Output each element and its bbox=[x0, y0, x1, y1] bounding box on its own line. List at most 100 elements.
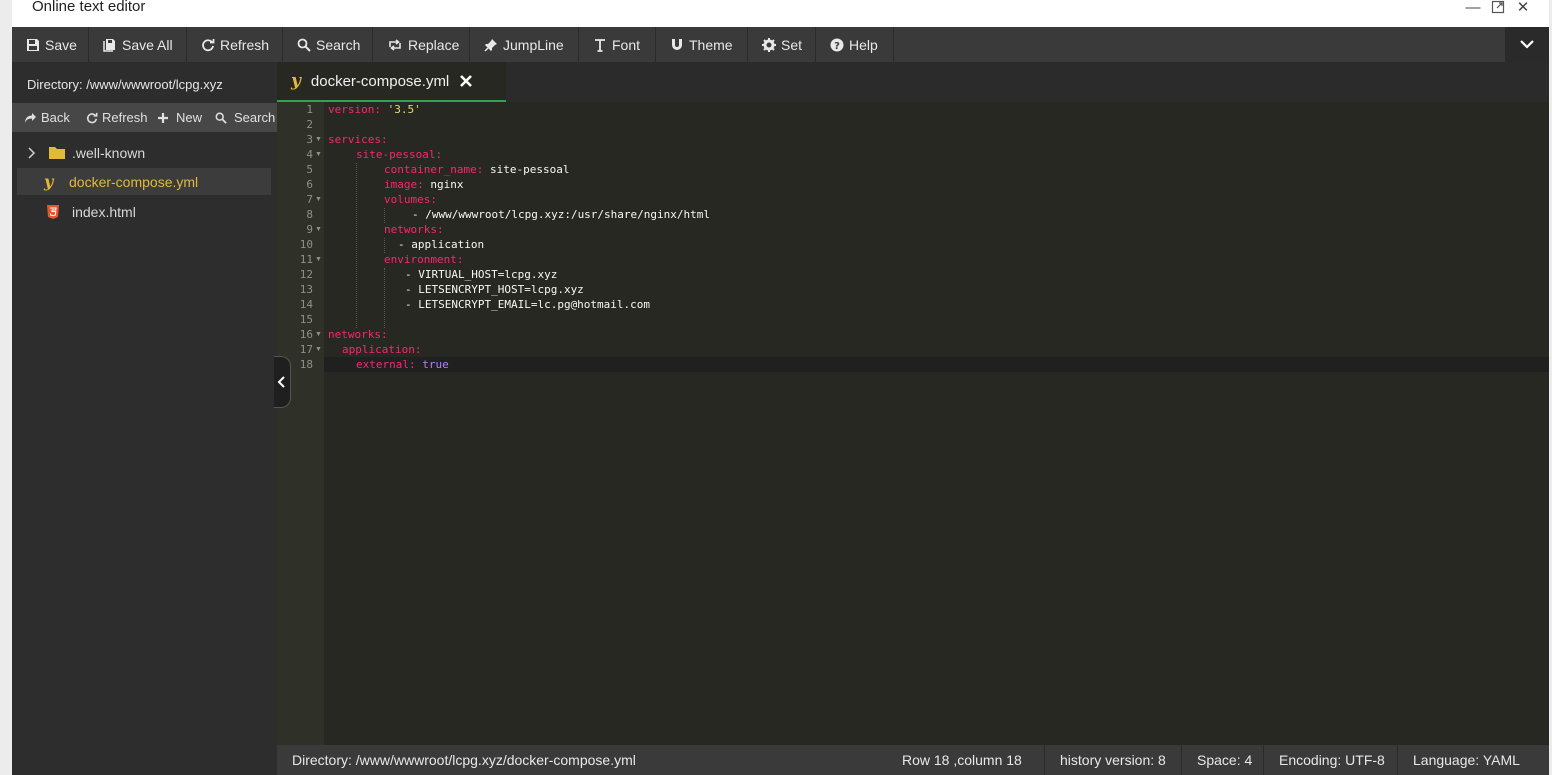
code-line[interactable]: - VIRTUAL_HOST=lcpg.xyz bbox=[328, 268, 557, 281]
active-line-highlight bbox=[324, 357, 1549, 372]
tab-bar: y docker-compose.yml bbox=[277, 62, 1549, 102]
code-line[interactable]: - LETSENCRYPT_EMAIL=lc.pg@hotmail.com bbox=[328, 298, 650, 311]
new-button[interactable]: New bbox=[157, 103, 202, 132]
line-number: 17 bbox=[299, 343, 313, 356]
code-line[interactable]: application: bbox=[328, 343, 421, 356]
close-icon[interactable]: ✕ bbox=[1513, 0, 1533, 16]
close-tab-icon[interactable] bbox=[459, 74, 473, 88]
save-all-button[interactable]: Save All bbox=[89, 27, 187, 62]
line-number: 7 bbox=[306, 193, 313, 206]
pin-icon bbox=[484, 38, 497, 52]
editor-toolbar: Save Save All Refresh Search Replace Jum… bbox=[12, 27, 1549, 62]
fold-arrow-icon[interactable]: ▼ bbox=[315, 331, 322, 338]
code-line[interactable]: - /www/wwwroot/lcpg.xyz:/usr/share/nginx… bbox=[328, 208, 710, 221]
maximize-icon[interactable] bbox=[1488, 0, 1508, 16]
yaml-value: site-pessoal bbox=[483, 163, 570, 176]
code-line[interactable]: networks: bbox=[328, 223, 444, 236]
tab-label: docker-compose.yml bbox=[310, 72, 450, 90]
code-line[interactable]: - application bbox=[328, 238, 484, 251]
tab-docker-compose[interactable]: y docker-compose.yml bbox=[277, 62, 506, 102]
back-button[interactable]: Back bbox=[24, 103, 70, 132]
line-number: 12 bbox=[299, 268, 313, 281]
settings-button[interactable]: Set bbox=[748, 27, 816, 62]
search-button[interactable]: Search bbox=[283, 27, 373, 62]
fold-arrow-icon[interactable]: ▼ bbox=[315, 151, 322, 158]
window-title: Online text editor bbox=[32, 0, 146, 15]
help-button[interactable]: ? Help bbox=[816, 27, 894, 62]
replace-button[interactable]: Replace bbox=[373, 27, 470, 62]
status-language[interactable]: Language: YAML bbox=[1397, 745, 1535, 775]
yaml-key: site-pessoal: bbox=[356, 148, 443, 161]
line-number: 9 bbox=[306, 223, 313, 236]
line-number: 2 bbox=[306, 118, 313, 131]
html5-icon bbox=[47, 204, 59, 219]
code-editor[interactable]: y docker-compose.yml 1 2 3 ▼ 4 ▼ 5 6 7 ▼… bbox=[277, 62, 1549, 745]
code-area[interactable]: version: '3.5' services: site-pessoal: c… bbox=[324, 102, 1549, 745]
yaml-boolean: true bbox=[415, 358, 449, 371]
code-line[interactable]: environment: bbox=[328, 253, 463, 266]
line-number: 8 bbox=[306, 208, 313, 221]
search-icon bbox=[215, 112, 227, 124]
minimize-icon[interactable]: — bbox=[1463, 0, 1483, 16]
save-button[interactable]: Save bbox=[12, 27, 89, 62]
status-cursor-position: Row 18 ,column 18 bbox=[902, 752, 1022, 768]
code-line[interactable]: volumes: bbox=[328, 193, 437, 206]
font-label: Font bbox=[612, 36, 641, 53]
code-line[interactable]: container_name: site-pessoal bbox=[328, 163, 569, 176]
fold-arrow-icon[interactable]: ▼ bbox=[315, 136, 322, 143]
toolbar-collapse-button[interactable] bbox=[1505, 27, 1549, 62]
search-label: Search bbox=[316, 36, 361, 53]
yaml-key: container_name: bbox=[384, 163, 484, 176]
sidebar-refresh-button[interactable]: Refresh bbox=[86, 103, 148, 132]
sidebar-collapse-handle[interactable] bbox=[274, 356, 291, 408]
font-button[interactable]: Font bbox=[579, 27, 656, 62]
folder-icon bbox=[49, 147, 65, 159]
fold-arrow-icon[interactable]: ▼ bbox=[315, 256, 322, 263]
fold-arrow-icon[interactable]: ▼ bbox=[315, 226, 322, 233]
tree-item-index-html[interactable]: index.html bbox=[17, 198, 271, 225]
plus-icon bbox=[158, 112, 168, 123]
status-bar: Directory: /www/wwwroot/lcpg.xyz/docker-… bbox=[277, 745, 1549, 775]
code-line[interactable]: site-pessoal: bbox=[328, 148, 442, 161]
status-history-version[interactable]: history version: 8 bbox=[1044, 745, 1181, 775]
window-titlebar: Online text editor — ✕ bbox=[12, 0, 1549, 27]
line-number: 6 bbox=[306, 178, 313, 191]
yaml-key: application: bbox=[342, 343, 422, 356]
line-number: 10 bbox=[299, 238, 313, 251]
refresh-icon bbox=[86, 112, 98, 123]
yaml-icon: y bbox=[44, 172, 54, 191]
code-line[interactable]: external: true bbox=[328, 358, 449, 371]
question-circle-icon: ? bbox=[830, 38, 844, 52]
fold-arrow-icon[interactable]: ▼ bbox=[315, 346, 322, 353]
gear-icon bbox=[762, 37, 776, 52]
yaml-key: networks: bbox=[384, 223, 444, 236]
jumpline-button[interactable]: JumpLine bbox=[470, 27, 579, 62]
text-height-icon bbox=[595, 38, 605, 52]
status-encoding[interactable]: Encoding: UTF-8 bbox=[1263, 745, 1400, 775]
tree-item-label: index.html bbox=[72, 203, 136, 220]
sidebar-search-button[interactable]: Search bbox=[215, 103, 275, 132]
code-line[interactable]: - LETSENCRYPT_HOST=lcpg.xyz bbox=[328, 283, 584, 296]
code-line[interactable]: networks: bbox=[328, 328, 388, 341]
replace-label: Replace bbox=[408, 36, 460, 53]
line-number: 4 bbox=[306, 148, 313, 161]
yaml-key: volumes: bbox=[384, 193, 437, 206]
chevron-right-icon[interactable] bbox=[27, 146, 37, 159]
fold-arrow-icon[interactable]: ▼ bbox=[315, 196, 322, 203]
tree-item-docker-compose[interactable]: y docker-compose.yml bbox=[17, 168, 271, 195]
svg-text:?: ? bbox=[834, 41, 840, 52]
refresh-button[interactable]: Refresh bbox=[187, 27, 283, 62]
code-line[interactable]: version: '3.5' bbox=[328, 103, 421, 116]
status-indent-spaces[interactable]: Space: 4 bbox=[1181, 745, 1267, 775]
help-label: Help bbox=[849, 36, 878, 53]
theme-button[interactable]: Theme bbox=[656, 27, 748, 62]
back-label: Back bbox=[41, 110, 70, 125]
tree-item-well-known[interactable]: .well-known bbox=[17, 139, 271, 166]
code-line[interactable]: services: bbox=[328, 133, 388, 146]
jumpline-label: JumpLine bbox=[503, 36, 564, 53]
code-line[interactable]: image: nginx bbox=[328, 178, 464, 191]
share-icon bbox=[25, 112, 36, 123]
yaml-key: networks: bbox=[328, 328, 388, 341]
yaml-key: version: bbox=[328, 103, 381, 116]
save-all-label: Save All bbox=[122, 36, 173, 53]
